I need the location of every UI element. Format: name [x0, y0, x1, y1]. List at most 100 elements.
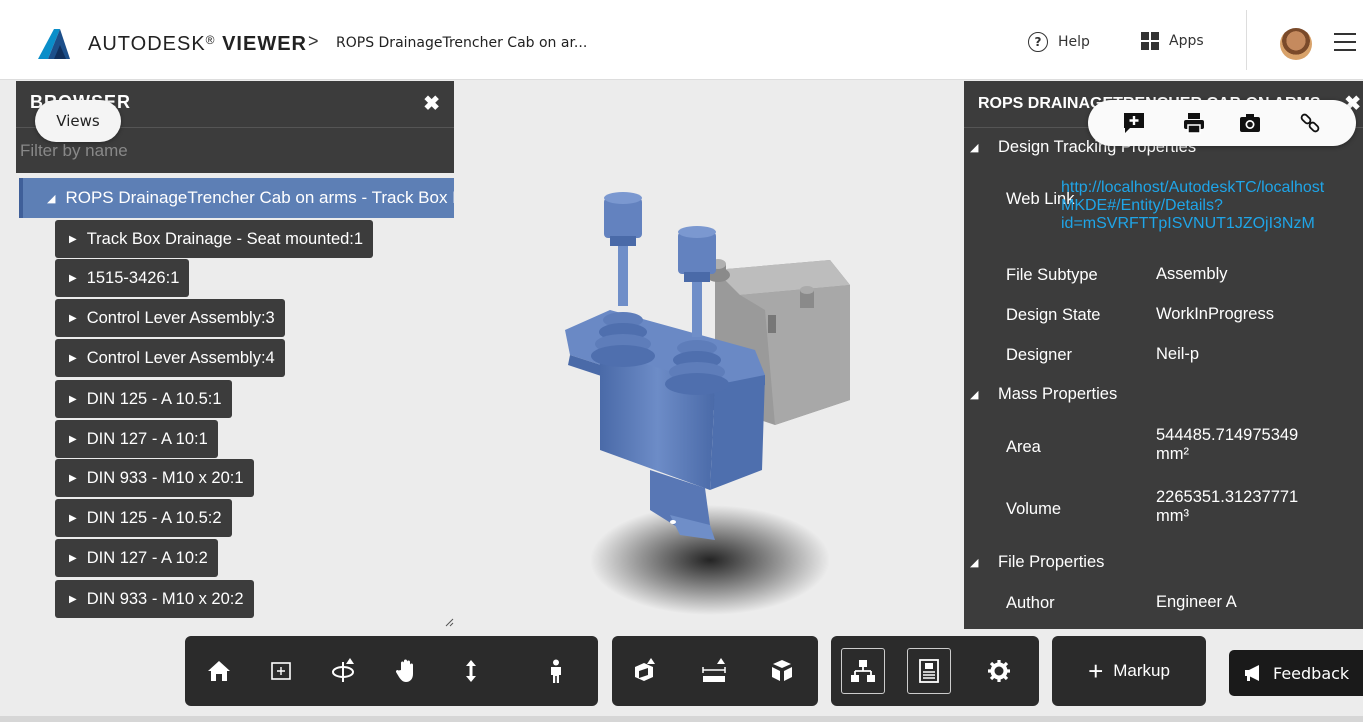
fit-to-view-icon — [271, 662, 291, 680]
section-label: File Properties — [998, 553, 1105, 571]
caret-right-icon[interactable]: ▶ — [69, 273, 77, 284]
expand-triangle-icon[interactable]: ◢ — [47, 192, 55, 205]
caret-right-icon[interactable]: ▶ — [69, 434, 77, 445]
properties-button[interactable] — [907, 648, 951, 694]
first-person-button[interactable] — [538, 653, 574, 689]
tree-item[interactable]: ▶ DIN 125 - A 10.5:1 — [55, 380, 232, 418]
app-header: AUTODESK® VIEWER > ROPS DrainageTrencher… — [0, 0, 1363, 80]
caret-right-icon[interactable]: ▶ — [69, 473, 77, 484]
collapse-triangle-icon[interactable]: ◢ — [964, 556, 998, 569]
resize-handle-icon[interactable] — [444, 617, 454, 627]
prop-val-author: Engineer A — [1156, 593, 1237, 611]
prop-key-design-state: Design State — [1006, 306, 1101, 324]
tree-item-label: DIN 127 - A 10:2 — [86, 548, 208, 567]
megaphone-icon — [1245, 665, 1259, 681]
caret-right-icon[interactable]: ▶ — [69, 553, 77, 564]
section-file[interactable]: ◢ File Properties — [964, 553, 1104, 572]
tree-root-node[interactable]: ◢ ROPS DrainageTrencher Cab on arms - Tr… — [19, 178, 454, 218]
tree-item[interactable]: ▶ Control Lever Assembly:3 — [55, 299, 285, 337]
section-mass[interactable]: ◢ Mass Properties — [964, 385, 1117, 404]
caret-right-icon[interactable]: ▶ — [69, 513, 77, 524]
views-button[interactable]: Views — [35, 100, 121, 142]
apps-grid-icon — [1141, 32, 1159, 50]
caret-right-icon[interactable]: ▶ — [69, 594, 77, 605]
ruler-icon — [702, 658, 726, 682]
model-shadow — [590, 505, 830, 615]
add-comment-icon[interactable] — [1122, 111, 1146, 135]
orbit-button[interactable] — [325, 653, 361, 689]
settings-button[interactable] — [981, 653, 1017, 689]
web-link[interactable]: http://localhost/AutodeskTC/localhost MK… — [1061, 179, 1324, 233]
tree-item[interactable]: ▶ DIN 125 - A 10.5:2 — [55, 499, 232, 537]
fit-to-view-button[interactable] — [263, 653, 299, 689]
volume-unit: mm³ — [1156, 507, 1189, 525]
home-icon — [208, 661, 230, 681]
tree-structure-icon — [851, 660, 875, 682]
pan-button[interactable] — [389, 653, 425, 689]
tree-item[interactable]: ▶ DIN 127 - A 10:2 — [55, 539, 218, 577]
home-button[interactable] — [201, 653, 237, 689]
properties-panel: ROPS DRAINAGETRENCHER CAB ON ARMS ✖ ◢Des… — [964, 81, 1363, 629]
zoom-button[interactable] — [453, 653, 489, 689]
prop-key-file-subtype: File Subtype — [1006, 266, 1098, 284]
tree-item[interactable]: ▶ DIN 933 - M10 x 20:2 — [55, 580, 254, 618]
volume-value: 2265351.31237771 — [1156, 488, 1299, 506]
feedback-label: Feedback — [1273, 663, 1350, 683]
tools-toolbar — [612, 636, 818, 706]
tree-item[interactable]: ▶ 1515-3426:1 — [55, 259, 190, 297]
orbit-icon — [332, 658, 354, 682]
camera-icon[interactable] — [1238, 111, 1262, 135]
explode-model-button[interactable] — [764, 653, 800, 689]
model-viewport[interactable] — [540, 190, 880, 630]
quick-tools-bar — [1088, 100, 1356, 146]
prop-val-volume: 2265351.31237771 mm³ — [1156, 488, 1298, 526]
caret-right-icon[interactable]: ▶ — [69, 313, 77, 324]
caret-right-icon[interactable]: ▶ — [69, 394, 77, 405]
bottom-divider — [0, 716, 1363, 722]
tree-item[interactable]: ▶ Control Lever Assembly:4 — [55, 339, 285, 377]
autodesk-logo-icon[interactable] — [36, 28, 72, 60]
hamburger-menu-icon[interactable] — [1334, 33, 1356, 51]
section-label: Mass Properties — [998, 385, 1118, 403]
app-brand[interactable]: AUTODESK® VIEWER — [88, 33, 307, 56]
prop-key-author: Author — [1006, 594, 1055, 612]
markup-button[interactable]: + Markup — [1052, 636, 1206, 706]
person-icon — [551, 659, 561, 683]
prop-key-volume: Volume — [1006, 500, 1062, 518]
section-analysis-button[interactable] — [626, 653, 662, 689]
prop-key-area: Area — [1006, 438, 1041, 456]
collapse-triangle-icon[interactable]: ◢ — [964, 141, 998, 154]
gear-icon — [988, 660, 1010, 682]
navigation-toolbar — [185, 636, 598, 706]
properties-panel-icon — [919, 659, 939, 683]
control-lever-right — [678, 232, 716, 274]
link-icon[interactable] — [1298, 111, 1322, 135]
caret-right-icon[interactable]: ▶ — [69, 234, 77, 245]
tree-item-label: DIN 125 - A 10.5:1 — [86, 389, 222, 408]
breadcrumb[interactable]: ROPS DrainageTrencher Cab on ar... — [336, 35, 587, 51]
prop-val-area: 544485.714975349 mm² — [1156, 426, 1298, 464]
tree-item[interactable]: ▶ DIN 933 - M10 x 20:1 — [55, 459, 254, 497]
apps-button[interactable]: Apps — [1141, 32, 1204, 50]
close-icon[interactable]: ✖ — [423, 91, 440, 116]
help-label: Help — [1058, 34, 1090, 50]
model-browser-button[interactable] — [841, 648, 885, 694]
web-link-line: MKDE#/Entity/Details? — [1061, 197, 1223, 214]
tree-item-label: DIN 933 - M10 x 20:1 — [86, 468, 244, 487]
area-unit: mm² — [1156, 445, 1189, 463]
collapse-triangle-icon[interactable]: ◢ — [964, 388, 998, 401]
tree-item-label: DIN 125 - A 10.5:2 — [86, 508, 222, 527]
caret-right-icon[interactable]: ▶ — [69, 353, 77, 364]
tree-item[interactable]: ▶ Track Box Drainage - Seat mounted:1 — [55, 220, 374, 258]
avatar[interactable] — [1280, 28, 1312, 60]
feedback-button[interactable]: Feedback — [1229, 650, 1363, 696]
tree-item[interactable]: ▶ DIN 127 - A 10:1 — [55, 420, 218, 458]
print-icon[interactable] — [1182, 111, 1206, 135]
measure-button[interactable] — [696, 653, 732, 689]
apps-label: Apps — [1169, 33, 1204, 49]
tree-item-label: 1515-3426:1 — [86, 268, 180, 287]
tree-item-label: Track Box Drainage - Seat mounted:1 — [86, 229, 364, 248]
help-button[interactable]: ? Help — [1028, 32, 1090, 52]
tree-root-label: ROPS DrainageTrencher Cab on arms - Trac… — [65, 188, 454, 207]
section-cube-icon — [635, 658, 655, 681]
